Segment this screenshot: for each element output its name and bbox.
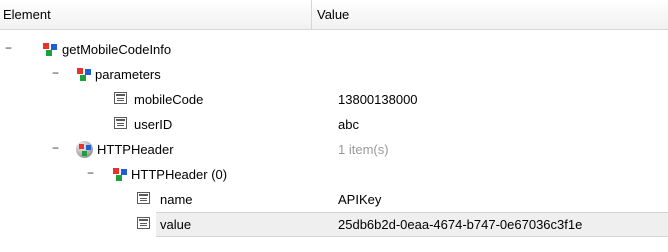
node-label-httpheader-0: HTTPHeader (0) [131,167,228,182]
collapse-toggle-getmobilecodeinfo[interactable]: − [4,42,13,54]
element-column-header[interactable]: Element [0,0,312,29]
node-label-name: name [160,192,193,207]
node-label-getmobilecodeinfo: getMobileCodeInfo [62,42,172,57]
node-label-userid: userID [134,117,173,132]
collapse-toggle-httpheader[interactable]: − [51,142,60,154]
node-label-parameters: parameters [95,67,161,82]
tree-row-userid[interactable]: userID abc [0,112,668,137]
property-grid: Element Value − getMobileCodeInfo − para… [0,0,668,252]
tree-row-parameters[interactable]: − parameters [0,62,668,87]
node-label-mobilecode: mobileCode [134,92,204,107]
tree-node-icon [76,67,92,81]
field-icon [137,217,150,229]
tree-row-httpheader-0[interactable]: − HTTPHeader (0) [0,162,668,187]
node-label-value: value [160,217,192,232]
value-name[interactable]: APIKey [338,187,381,212]
value-column-header[interactable]: Value [312,0,668,29]
tree-row-mobilecode[interactable]: mobileCode 13800138000 [0,87,668,112]
column-header: Element Value [0,0,668,30]
value-httpheader-count: 1 item(s) [338,142,389,157]
value-mobilecode[interactable]: 13800138000 [338,87,418,112]
value-apikey[interactable]: 25db6b2d-0eaa-4674-b747-0e67036c3f1e [338,212,582,237]
tree-row-httpheader[interactable]: − HTTPHeader 1 item(s) [0,137,668,162]
tree-node-icon [42,42,58,56]
value-userid[interactable]: abc [338,112,359,137]
node-label-httpheader: HTTPHeader [97,142,174,157]
field-icon [137,192,150,204]
tree-row-name[interactable]: name APIKey [0,187,668,212]
tree-row-getmobilecodeinfo[interactable]: − getMobileCodeInfo [0,37,668,62]
tree-row-value-selected[interactable]: value 25db6b2d-0eaa-4674-b747-0e67036c3f… [0,212,668,237]
field-icon [114,92,127,104]
collapse-toggle-httpheader-0[interactable]: − [86,167,95,179]
http-header-icon [74,140,94,160]
collapse-toggle-parameters[interactable]: − [51,67,60,79]
field-icon [114,117,127,129]
tree-node-icon [112,167,128,181]
